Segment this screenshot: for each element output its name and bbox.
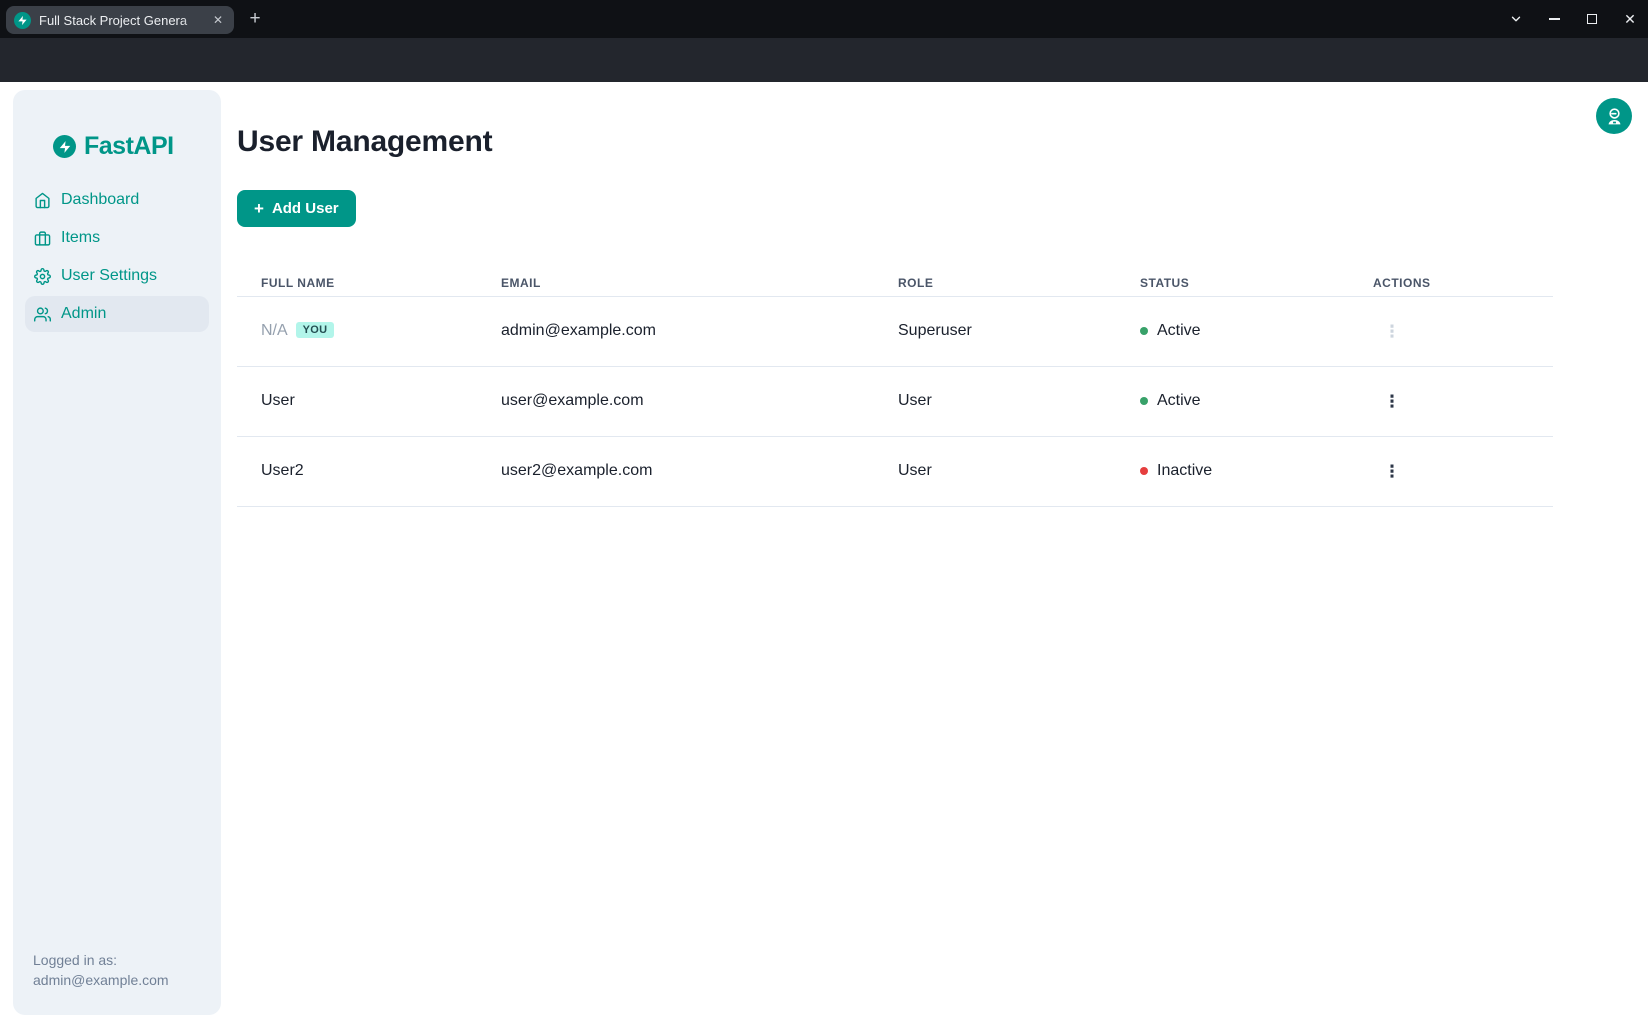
home-icon: [34, 192, 51, 209]
cell-role: User: [874, 436, 1116, 506]
sidebar-footer: Logged in as: admin@example.com: [33, 950, 169, 990]
users-table: FULL NAME EMAIL ROLE STATUS ACTIONS N/A Y…: [237, 256, 1553, 507]
cell-role: User: [874, 366, 1116, 436]
browser-titlebar: Full Stack Project Genera ✕ + ✕: [0, 0, 1648, 38]
tab-search-chevron-icon[interactable]: [1504, 7, 1528, 31]
tab-title: Full Stack Project Genera: [39, 13, 207, 28]
app-page: FastAPI Dashboard Items User Settings A: [0, 82, 1648, 1025]
full-name-value: N/A: [261, 322, 288, 339]
sidebar-item-user-settings[interactable]: User Settings: [25, 258, 209, 294]
window-close-button[interactable]: ✕: [1618, 7, 1642, 31]
logged-in-label: Logged in as:: [33, 950, 169, 970]
user-astronaut-icon: [1604, 106, 1625, 127]
cell-full-name: User: [237, 366, 477, 436]
logged-in-email: admin@example.com: [33, 970, 169, 990]
cell-email: user@example.com: [477, 366, 874, 436]
sidebar-item-dashboard[interactable]: Dashboard: [25, 182, 209, 218]
status-dot: [1140, 327, 1148, 335]
browser-tab[interactable]: Full Stack Project Genera ✕: [6, 6, 234, 34]
browser-navbar: i localhost/admin 1: [0, 38, 1648, 82]
row-actions-menu-button[interactable]: ⋮: [1379, 388, 1405, 414]
cell-actions: ⋮: [1349, 296, 1553, 366]
gear-icon: [34, 268, 51, 285]
sidebar: FastAPI Dashboard Items User Settings A: [13, 90, 221, 1015]
table-row: User2 user2@example.com User Inactive ⋮: [237, 436, 1553, 506]
table-row: User user@example.com User Active ⋮: [237, 366, 1553, 436]
sidebar-nav: Dashboard Items User Settings Admin: [13, 182, 221, 332]
fastapi-favicon-icon: [14, 12, 31, 29]
cell-full-name: N/A YOU: [237, 296, 477, 366]
close-icon: ✕: [1624, 12, 1636, 26]
status-value: Active: [1157, 322, 1201, 340]
window-minimize-button[interactable]: [1542, 7, 1566, 31]
header-email: EMAIL: [477, 256, 874, 296]
cell-actions: ⋮: [1349, 366, 1553, 436]
sidebar-item-label: Items: [61, 229, 100, 247]
cell-status: Inactive: [1116, 436, 1349, 506]
sidebar-item-label: Dashboard: [61, 191, 139, 209]
browser-window: Full Stack Project Genera ✕ + ✕ i lo: [0, 0, 1648, 1025]
table-header-row: FULL NAME EMAIL ROLE STATUS ACTIONS: [237, 256, 1553, 296]
sidebar-item-label: Admin: [61, 305, 106, 323]
user-menu-button[interactable]: [1596, 98, 1632, 134]
briefcase-icon: [34, 230, 51, 247]
minimize-icon: [1549, 18, 1560, 20]
header-status: STATUS: [1116, 256, 1349, 296]
add-user-label: Add User: [272, 200, 339, 217]
sidebar-item-label: User Settings: [61, 267, 157, 285]
status-dot: [1140, 467, 1148, 475]
status-dot: [1140, 397, 1148, 405]
window-controls: ✕: [1504, 0, 1642, 38]
sidebar-item-admin[interactable]: Admin: [25, 296, 209, 332]
cell-email: admin@example.com: [477, 296, 874, 366]
cell-status: Active: [1116, 366, 1349, 436]
you-badge: YOU: [296, 322, 335, 338]
plus-icon: +: [254, 200, 264, 217]
fastapi-logo[interactable]: FastAPI: [13, 90, 221, 161]
cell-email: user2@example.com: [477, 436, 874, 506]
cell-role: Superuser: [874, 296, 1116, 366]
table-row: N/A YOU admin@example.com Superuser Activ…: [237, 296, 1553, 366]
header-actions: ACTIONS: [1349, 256, 1553, 296]
tab-close-icon[interactable]: ✕: [213, 14, 223, 26]
fastapi-logo-icon: [53, 135, 76, 158]
status-value: Inactive: [1157, 462, 1212, 480]
cell-actions: ⋮: [1349, 436, 1553, 506]
row-actions-menu-button[interactable]: ⋮: [1379, 318, 1405, 344]
cell-status: Active: [1116, 296, 1349, 366]
cell-full-name: User2: [237, 436, 477, 506]
header-role: ROLE: [874, 256, 1116, 296]
row-actions-menu-button[interactable]: ⋮: [1379, 458, 1405, 484]
add-user-button[interactable]: + Add User: [237, 190, 356, 227]
new-tab-button[interactable]: +: [244, 8, 266, 30]
maximize-icon: [1587, 14, 1597, 24]
page-title: User Management: [237, 125, 492, 159]
window-maximize-button[interactable]: [1580, 7, 1604, 31]
fastapi-logo-text: FastAPI: [84, 132, 174, 161]
users-icon: [34, 306, 51, 323]
status-value: Active: [1157, 392, 1201, 410]
header-full-name: FULL NAME: [237, 256, 477, 296]
sidebar-item-items[interactable]: Items: [25, 220, 209, 256]
